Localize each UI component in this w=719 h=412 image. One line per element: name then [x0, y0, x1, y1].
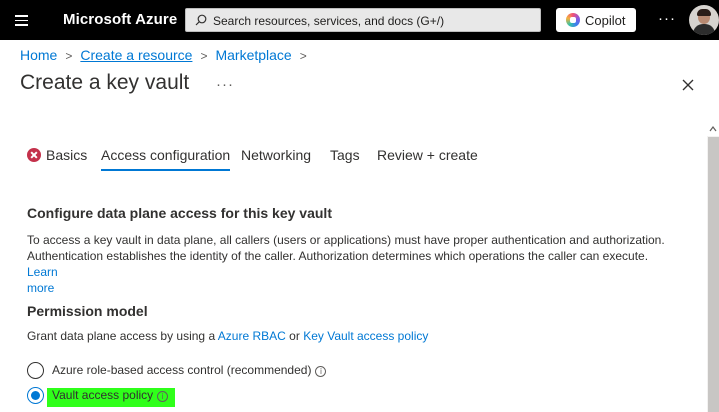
avatar[interactable]	[689, 5, 719, 35]
tab-basics-label: Basics	[46, 147, 88, 163]
info-icon[interactable]: i	[157, 391, 169, 402]
scroll-up-icon[interactable]	[707, 123, 719, 135]
permission-text-or: or	[289, 329, 300, 343]
copilot-label: Copilot	[585, 13, 626, 28]
description-line-2: Authentication establishes the identity …	[27, 248, 677, 280]
breadcrumb-home[interactable]: Home	[20, 47, 57, 63]
tab-basics[interactable]: Basics	[27, 147, 87, 163]
tab-access-configuration[interactable]: Access configuration	[101, 147, 231, 171]
permission-text-prefix: Grant data plane access by using a	[27, 329, 216, 343]
radio-button-checked[interactable]	[27, 387, 44, 404]
description-line-1: To access a key vault in data plane, all…	[27, 233, 665, 247]
copilot-button[interactable]: Copilot	[556, 8, 636, 32]
description-line-2-text: Authentication establishes the identity …	[27, 249, 649, 263]
hamburger-menu-icon[interactable]	[11, 11, 33, 29]
learn-more-link[interactable]: Learn	[27, 265, 58, 279]
section-description: To access a key vault in data plane, all…	[27, 232, 677, 296]
search-placeholder: Search resources, services, and docs (G+…	[213, 14, 445, 28]
close-icon[interactable]	[681, 78, 695, 92]
tab-networking[interactable]: Networking	[241, 147, 311, 163]
radio-label-text: Azure role-based access control (recomme…	[52, 363, 312, 377]
tab-review-create[interactable]: Review + create	[377, 147, 478, 163]
radio-button[interactable]	[27, 362, 44, 379]
page-more-options-icon[interactable]: ···	[216, 76, 234, 93]
global-search-input[interactable]: Search resources, services, and docs (G+…	[185, 8, 541, 32]
breadcrumb-create-resource[interactable]: Create a resource	[80, 47, 192, 63]
azure-rbac-link[interactable]: Azure RBAC	[218, 329, 286, 343]
info-icon[interactable]: i	[315, 366, 327, 377]
radio-vault-access-policy-label: Vault access policy i	[52, 388, 169, 402]
section-heading-permission-model: Permission model	[27, 303, 148, 319]
scrollbar-thumb[interactable]	[708, 137, 719, 412]
key-vault-access-policy-link[interactable]: Key Vault access policy	[303, 329, 428, 343]
permission-description: Grant data plane access by using a Azure…	[27, 328, 677, 344]
radio-azure-rbac-label: Azure role-based access control (recomme…	[52, 363, 327, 377]
breadcrumb: Home > Create a resource > Marketplace >	[20, 47, 315, 63]
radio-label-text: Vault access policy	[52, 388, 154, 402]
brand-title[interactable]: Microsoft Azure	[63, 11, 177, 28]
error-icon	[27, 148, 41, 162]
breadcrumb-marketplace[interactable]: Marketplace	[215, 47, 291, 63]
learn-more-link-continued[interactable]: more	[27, 281, 54, 295]
page-title: Create a key vault	[20, 71, 190, 94]
tab-tags[interactable]: Tags	[330, 147, 360, 163]
top-bar: Microsoft Azure Search resources, servic…	[0, 0, 719, 40]
more-options-icon[interactable]: ···	[658, 10, 676, 27]
chevron-right-icon: >	[200, 49, 208, 63]
chevron-right-icon: >	[299, 49, 307, 63]
section-heading-data-plane: Configure data plane access for this key…	[27, 205, 332, 221]
copilot-icon	[566, 13, 580, 27]
chevron-right-icon: >	[65, 49, 73, 63]
search-icon	[195, 14, 207, 26]
